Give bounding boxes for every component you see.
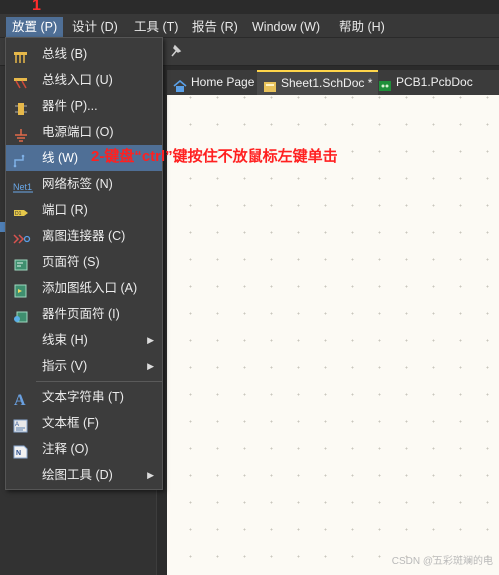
- tab-home-page[interactable]: Home Page: [167, 70, 260, 95]
- document-tab-bar: Home Page Sheet1.SchDoc * PCB1.PcbDoc: [167, 70, 499, 95]
- menu-item-device-sheet-label: 器件页面符 (I): [42, 307, 120, 321]
- bus-entry-icon: [13, 73, 29, 89]
- part-icon: [13, 99, 29, 115]
- menu-item-off-sheet-connector[interactable]: 离图连接器 (C): [6, 223, 162, 249]
- tab-home-page-label: Home Page: [191, 75, 255, 89]
- note-icon: N: [13, 442, 29, 459]
- menu-item-sheet-entry[interactable]: 添加图纸入口 (A): [6, 275, 162, 301]
- svg-text:A: A: [15, 422, 19, 428]
- pin-tool-icon[interactable]: [170, 44, 182, 61]
- menu-item-net-label[interactable]: Net1 网络标签 (N): [6, 171, 162, 197]
- menu-item-bus-entry-label: 总线入口 (U): [42, 73, 113, 87]
- menu-item-directives-label: 指示 (V): [42, 359, 88, 373]
- svg-text:N: N: [16, 450, 21, 457]
- menu-item-drawing-tools-label: 绘图工具 (D): [42, 468, 113, 482]
- menu-reports[interactable]: 报告 (R): [186, 17, 244, 37]
- menu-item-bus-entry[interactable]: 总线入口 (U): [6, 67, 162, 93]
- menu-item-off-sheet-label: 离图连接器 (C): [42, 229, 126, 243]
- schematic-canvas[interactable]: CSDN @五彩斑斓的电: [167, 95, 499, 575]
- menu-item-wire-label: 线 (W): [42, 151, 79, 165]
- menu-design[interactable]: 设计 (D): [66, 17, 124, 37]
- net-label-icon: Net1: [13, 177, 33, 193]
- place-menu: 总线 (B) 总线入口 (U) 器件 (P)... 电源端口 (O) 线 (W)…: [5, 37, 163, 490]
- menu-window[interactable]: Window (W): [246, 17, 326, 37]
- menu-item-power-port-label: 电源端口 (O): [42, 125, 114, 139]
- bus-icon: [13, 47, 29, 63]
- text-string-icon: A: [13, 390, 29, 409]
- menu-item-sheet-symbol[interactable]: 页面符 (S): [6, 249, 162, 275]
- text-frame-icon: A: [13, 416, 29, 433]
- step-2-annotation: 2-键盘“ctrl”键按住不放鼠标左键单击: [91, 148, 338, 165]
- tab-pcb1-label: PCB1.PcbDoc: [396, 75, 473, 89]
- menu-help[interactable]: 帮助 (H): [333, 17, 391, 37]
- menu-item-note[interactable]: N 注释 (O): [6, 436, 162, 462]
- menu-item-harness-label: 线束 (H): [42, 333, 88, 347]
- port-icon: D1: [13, 203, 29, 217]
- menu-item-net-label-label: 网络标签 (N): [42, 177, 113, 191]
- schematic-doc-icon: [263, 78, 277, 92]
- step-1-marker: 1: [32, 0, 41, 14]
- menu-bar: 放置 (P) 设计 (D) 工具 (T) 报告 (R) Window (W) 帮…: [0, 14, 499, 38]
- menu-item-text-string[interactable]: A 文本字符串 (T): [6, 384, 162, 410]
- menu-item-harness[interactable]: 线束 (H) ▶: [6, 327, 162, 353]
- wire-icon: [13, 151, 29, 168]
- menu-item-sheet-symbol-label: 页面符 (S): [42, 255, 100, 269]
- sheet-symbol-icon: [13, 255, 29, 271]
- menu-item-drawing-tools[interactable]: 绘图工具 (D) ▶: [6, 462, 162, 488]
- menu-item-note-label: 注释 (O): [42, 442, 89, 456]
- tab-pcb1-pcbdoc[interactable]: PCB1.PcbDoc: [372, 70, 479, 95]
- svg-text:Net1: Net1: [13, 182, 32, 192]
- submenu-arrow-icon: ▶: [147, 470, 154, 480]
- menu-item-power-port[interactable]: 电源端口 (O): [6, 119, 162, 145]
- menu-item-text-frame-label: 文本框 (F): [42, 416, 99, 430]
- submenu-arrow-icon: ▶: [147, 335, 154, 345]
- svg-text:A: A: [14, 392, 26, 407]
- menu-item-text-string-label: 文本字符串 (T): [42, 390, 124, 404]
- menu-item-directives[interactable]: 指示 (V) ▶: [6, 353, 162, 379]
- off-sheet-connector-icon: [13, 229, 31, 244]
- watermark: CSDN @五彩斑斓的电: [391, 556, 493, 567]
- menu-item-port-label: 端口 (R): [42, 203, 88, 217]
- submenu-arrow-icon: ▶: [147, 361, 154, 371]
- pcb-doc-icon: [378, 76, 392, 91]
- menu-item-port[interactable]: D1 端口 (R): [6, 197, 162, 223]
- power-port-icon: [13, 125, 29, 142]
- sheet-entry-icon: [13, 281, 29, 298]
- menu-item-part[interactable]: 器件 (P)...: [6, 93, 162, 119]
- menu-item-text-frame[interactable]: A 文本框 (F): [6, 410, 162, 436]
- menu-item-part-label: 器件 (P)...: [42, 99, 98, 113]
- menu-item-bus-label: 总线 (B): [42, 47, 88, 61]
- menu-separator: [36, 381, 162, 382]
- device-sheet-symbol-icon: [13, 307, 29, 323]
- menu-item-device-sheet-symbol[interactable]: 器件页面符 (I): [6, 301, 162, 327]
- menu-tools[interactable]: 工具 (T): [128, 17, 184, 37]
- menu-item-sheet-entry-label: 添加图纸入口 (A): [42, 281, 138, 295]
- home-icon: [173, 76, 187, 92]
- tab-sheet1-schdoc[interactable]: Sheet1.SchDoc *: [257, 70, 379, 95]
- menu-place[interactable]: 放置 (P): [6, 17, 64, 37]
- svg-text:D1: D1: [15, 211, 22, 217]
- menu-item-bus[interactable]: 总线 (B): [6, 41, 162, 67]
- tab-sheet1-label: Sheet1.SchDoc *: [281, 76, 373, 90]
